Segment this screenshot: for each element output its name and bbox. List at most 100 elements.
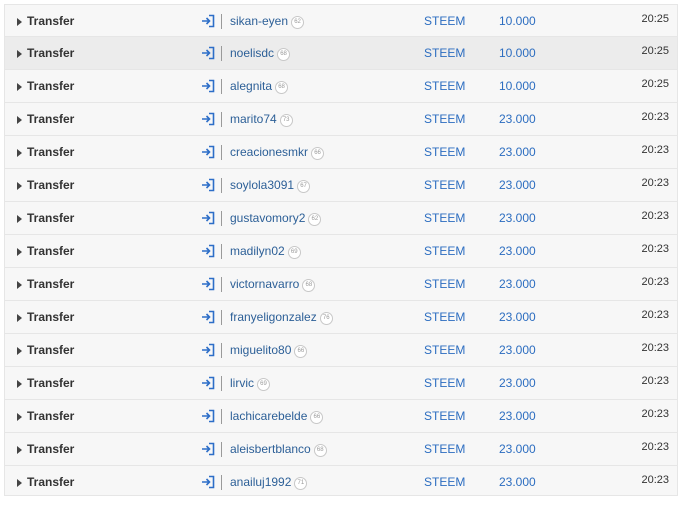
asset-symbol: STEEM bbox=[424, 46, 466, 60]
timestamp: 20:23 bbox=[641, 210, 669, 222]
amount: 23.000 bbox=[499, 112, 536, 126]
account-cell: noelisdc 68 bbox=[230, 46, 291, 61]
reputation-badge: 68 bbox=[313, 444, 327, 457]
account-link[interactable]: madilyn02 bbox=[230, 244, 285, 258]
transaction-row[interactable]: Transfer miguelito80 66 STEEM 23.000 20:2… bbox=[4, 334, 678, 367]
transaction-row[interactable]: Transfer alegnita 68 STEEM 10.000 20:25 bbox=[4, 70, 678, 103]
sign-in-icon bbox=[202, 376, 215, 390]
asset-symbol: STEEM bbox=[424, 475, 466, 489]
account-cell: creacionesmkr 66 bbox=[230, 145, 325, 160]
account-cell: lachicarebelde 66 bbox=[230, 409, 324, 424]
asset-symbol: STEEM bbox=[424, 376, 466, 390]
caret-right-icon[interactable] bbox=[17, 314, 22, 322]
transaction-row[interactable]: Transfer madilyn02 69 STEEM 23.000 20:23 bbox=[4, 235, 678, 268]
caret-right-icon[interactable] bbox=[17, 116, 22, 124]
caret-right-icon[interactable] bbox=[17, 215, 22, 223]
caret-right-icon[interactable] bbox=[17, 248, 22, 256]
reputation-badge: 62 bbox=[308, 213, 322, 226]
account-link[interactable]: creacionesmkr bbox=[230, 145, 308, 159]
separator bbox=[221, 46, 222, 61]
account-link[interactable]: lirvic bbox=[230, 376, 254, 390]
asset-symbol: STEEM bbox=[424, 79, 466, 93]
transaction-row[interactable]: Transfer lirvic 69 STEEM 23.000 20:23 bbox=[4, 367, 678, 400]
operation-type: Transfer bbox=[27, 145, 75, 159]
reputation-badge: 67 bbox=[297, 180, 311, 193]
reputation-badge: 66 bbox=[294, 345, 308, 358]
account-link[interactable]: noelisdc bbox=[230, 46, 274, 60]
sign-in-icon bbox=[202, 211, 215, 225]
account-link[interactable]: anailuj1992 bbox=[230, 475, 291, 489]
account-link[interactable]: miguelito80 bbox=[230, 343, 291, 357]
operation-type: Transfer bbox=[27, 178, 75, 192]
transaction-row[interactable]: Transfer creacionesmkr 66 STEEM 23.000 20… bbox=[4, 136, 678, 169]
separator bbox=[221, 14, 222, 29]
caret-right-icon[interactable] bbox=[17, 281, 22, 289]
separator bbox=[221, 442, 222, 457]
operation-type: Transfer bbox=[27, 376, 75, 390]
account-link[interactable]: alegnita bbox=[230, 79, 272, 93]
transaction-row[interactable]: Transfer franyeligonzalez 76 STEEM 23.000… bbox=[4, 301, 678, 334]
reputation-badge: 73 bbox=[279, 114, 293, 127]
account-cell: soylola3091 67 bbox=[230, 178, 311, 193]
transaction-row[interactable]: Transfer sikan-eyen 62 STEEM 10.000 20:25 bbox=[4, 4, 678, 37]
account-link[interactable]: franyeligonzalez bbox=[230, 310, 317, 324]
caret-right-icon[interactable] bbox=[17, 182, 22, 190]
separator bbox=[221, 277, 222, 292]
amount: 23.000 bbox=[499, 442, 536, 456]
caret-right-icon[interactable] bbox=[17, 479, 22, 487]
amount: 23.000 bbox=[499, 145, 536, 159]
caret-right-icon[interactable] bbox=[17, 380, 22, 388]
reputation-badge: 62 bbox=[291, 16, 305, 29]
sign-in-icon bbox=[202, 409, 215, 423]
caret-right-icon[interactable] bbox=[17, 149, 22, 157]
timestamp: 20:23 bbox=[641, 342, 669, 354]
transaction-row[interactable]: Transfer soylola3091 67 STEEM 23.000 20:2… bbox=[4, 169, 678, 202]
separator bbox=[221, 112, 222, 127]
transaction-row[interactable]: Transfer gustavomory2 62 STEEM 23.000 20:… bbox=[4, 202, 678, 235]
operation-type: Transfer bbox=[27, 409, 75, 423]
separator bbox=[221, 244, 222, 259]
sign-in-icon bbox=[202, 46, 215, 60]
account-cell: madilyn02 69 bbox=[230, 244, 301, 259]
account-link[interactable]: sikan-eyen bbox=[230, 14, 288, 28]
amount: 23.000 bbox=[499, 343, 536, 357]
separator bbox=[221, 79, 222, 94]
reputation-badge: 76 bbox=[319, 312, 333, 325]
amount: 10.000 bbox=[499, 14, 536, 28]
separator bbox=[221, 145, 222, 160]
asset-symbol: STEEM bbox=[424, 343, 466, 357]
transaction-row[interactable]: Transfer aleisbertblanco 68 STEEM 23.000 … bbox=[4, 433, 678, 466]
caret-right-icon[interactable] bbox=[17, 446, 22, 454]
account-link[interactable]: soylola3091 bbox=[230, 178, 294, 192]
caret-right-icon[interactable] bbox=[17, 50, 22, 58]
account-link[interactable]: victornavarro bbox=[230, 277, 299, 291]
amount: 23.000 bbox=[499, 211, 536, 225]
account-cell: victornavarro 68 bbox=[230, 277, 316, 292]
transaction-row[interactable]: Transfer marito74 73 STEEM 23.000 20:23 bbox=[4, 103, 678, 136]
operation-type: Transfer bbox=[27, 46, 75, 60]
timestamp: 20:23 bbox=[641, 111, 669, 123]
account-link[interactable]: aleisbertblanco bbox=[230, 442, 311, 456]
separator bbox=[221, 310, 222, 325]
reputation-badge: 68 bbox=[275, 81, 289, 94]
transaction-row[interactable]: Transfer victornavarro 68 STEEM 23.000 20… bbox=[4, 268, 678, 301]
account-link[interactable]: gustavomory2 bbox=[230, 211, 305, 225]
sign-in-icon bbox=[202, 343, 215, 357]
account-link[interactable]: lachicarebelde bbox=[230, 409, 307, 423]
account-cell: lirvic 69 bbox=[230, 376, 270, 391]
reputation-badge: 68 bbox=[277, 48, 291, 61]
transaction-row[interactable]: Transfer lachicarebelde 66 STEEM 23.000 2… bbox=[4, 400, 678, 433]
caret-right-icon[interactable] bbox=[17, 18, 22, 26]
caret-right-icon[interactable] bbox=[17, 347, 22, 355]
account-cell: aleisbertblanco 68 bbox=[230, 442, 327, 457]
account-link[interactable]: marito74 bbox=[230, 112, 277, 126]
transaction-row[interactable]: Transfer noelisdc 68 STEEM 10.000 20:25 bbox=[4, 37, 678, 70]
caret-right-icon[interactable] bbox=[17, 83, 22, 91]
sign-in-icon bbox=[202, 244, 215, 258]
operation-type: Transfer bbox=[27, 475, 75, 489]
sign-in-icon bbox=[202, 442, 215, 456]
transaction-row[interactable]: Transfer anailuj1992 71 STEEM 23.000 20:2… bbox=[4, 466, 678, 496]
account-cell: marito74 73 bbox=[230, 112, 293, 127]
reputation-badge: 66 bbox=[311, 147, 325, 160]
caret-right-icon[interactable] bbox=[17, 413, 22, 421]
